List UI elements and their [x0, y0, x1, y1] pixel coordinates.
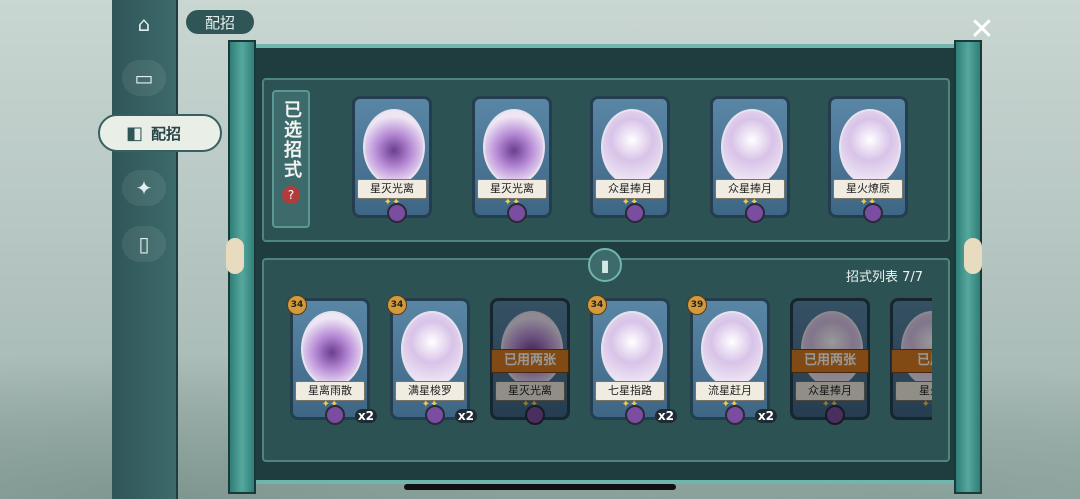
emblem-icon[interactable]: ✦	[122, 170, 166, 206]
card-name: 星灭光离	[477, 179, 547, 199]
card-name: 七星指路	[595, 381, 665, 401]
card-art	[601, 109, 663, 185]
card-gem-icon	[325, 405, 345, 425]
card-art	[363, 109, 425, 185]
card-cost-badge: 34	[587, 295, 607, 315]
card-multiplier: x2	[454, 409, 477, 423]
card-art	[721, 109, 783, 185]
card-gem-icon	[745, 203, 765, 223]
card-gem-icon	[863, 203, 883, 223]
card-gem-icon	[425, 405, 445, 425]
card-art	[701, 311, 763, 387]
list-card[interactable]: 34 七星指路 ✦✦ x2	[587, 295, 677, 425]
side-nav: ⌂ ▭ ✦ ▯	[112, 0, 178, 499]
card-cost-badge: 34	[287, 295, 307, 315]
left-tassel	[226, 238, 244, 274]
card-art	[839, 109, 901, 185]
right-tassel	[964, 238, 982, 274]
used-up-label: 已用两张	[791, 349, 869, 373]
card-name: 众星捧月	[715, 179, 785, 199]
card-name: 星灭光离	[495, 381, 565, 401]
selected-card[interactable]: 星灭光离 ✦✦	[352, 96, 432, 223]
list-card[interactable]: 34 星离雨散 ✦✦ x2	[287, 295, 377, 425]
card-name: 众星捧月	[795, 381, 865, 401]
card-gem-icon	[507, 203, 527, 223]
used-up-label: 已用	[891, 349, 932, 373]
selected-card[interactable]: 星灭光离 ✦✦	[472, 96, 552, 223]
list-count: 招式列表 7/7	[846, 270, 924, 285]
card-art	[401, 311, 463, 387]
card-name: 星火	[895, 381, 932, 401]
card-art	[601, 311, 663, 387]
card-gem-icon	[725, 405, 745, 425]
selected-card[interactable]: 众星捧月 ✦✦	[590, 96, 670, 223]
card-cost-badge: 39	[687, 295, 707, 315]
card-name: 满星梭罗	[395, 381, 465, 401]
card-name: 星灭光离	[357, 179, 427, 199]
card-gem-icon	[525, 405, 545, 425]
help-icon[interactable]: ?	[282, 186, 300, 204]
selected-label-text: 已选招式	[281, 100, 302, 180]
cards-icon[interactable]: ▭	[122, 60, 166, 96]
card-name: 众星捧月	[595, 179, 665, 199]
selected-label: 已选招式 ?	[272, 90, 310, 228]
card-gem-icon	[625, 405, 645, 425]
card-gem-icon	[825, 405, 845, 425]
card-name: 流星赶月	[695, 381, 765, 401]
page-title: 配招	[186, 10, 254, 34]
card-gem-icon	[387, 203, 407, 223]
selected-card[interactable]: 星火燎原 ✦✦	[828, 96, 908, 223]
card-multiplier: x2	[754, 409, 777, 423]
home-indicator[interactable]	[404, 484, 676, 490]
pavilion-icon[interactable]: ⌂	[122, 6, 166, 42]
used-up-label: 已用两张	[491, 349, 569, 373]
card-multiplier: x2	[654, 409, 677, 423]
phone-icon[interactable]: ▯	[122, 226, 166, 262]
list-card[interactable]: 39 流星赶月 ✦✦ x2	[687, 295, 777, 425]
card-gem-icon	[625, 203, 645, 223]
card-name: 星离雨散	[295, 381, 365, 401]
selected-card[interactable]: 众星捧月 ✦✦	[710, 96, 790, 223]
nav-item-peizhao[interactable]: ◧ 配招	[98, 114, 222, 152]
card-multiplier: x2	[354, 409, 377, 423]
list-card[interactable]: 已用 星火 ✦✦	[890, 298, 932, 420]
list-card[interactable]: 已用两张 众星捧月 ✦✦	[790, 298, 870, 425]
card-stars: ✦✦	[921, 399, 932, 410]
card-name: 星火燎原	[833, 179, 903, 199]
card-cost-badge: 34	[387, 295, 407, 315]
card-art	[483, 109, 545, 185]
deck-icon: ◧	[126, 122, 144, 144]
list-card[interactable]: 34 满星梭罗 ✦✦ x2	[387, 295, 477, 425]
list-overflow-clip: 已用 星火 ✦✦	[888, 290, 932, 440]
nav-item-label: 配招	[151, 124, 182, 143]
deck-divider-icon[interactable]: ▮	[588, 248, 622, 282]
list-card[interactable]: 已用两张 星灭光离 ✦✦	[490, 298, 570, 425]
card-art	[301, 311, 363, 387]
